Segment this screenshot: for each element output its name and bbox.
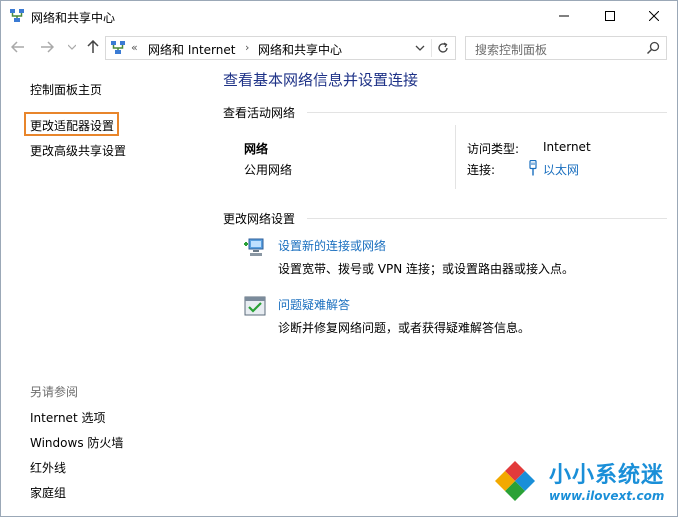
new-connection-icon	[244, 238, 264, 256]
up-arrow-icon	[87, 40, 99, 53]
troubleshoot-problems-description: 诊断并修复网络问题，或者获得疑难解答信息。	[278, 321, 531, 335]
ethernet-connection-link[interactable]: 以太网	[543, 161, 579, 178]
page-title: 查看基本网络信息并设置连接	[223, 71, 419, 89]
maximize-icon	[605, 11, 615, 21]
access-type-value: Internet	[543, 140, 591, 154]
change-advanced-sharing-link[interactable]: 更改高级共享设置	[30, 142, 126, 159]
troubleshoot-problems-link[interactable]: 问题疑难解答	[278, 296, 350, 313]
control-panel-home-link[interactable]: 控制面板主页	[30, 81, 102, 98]
address-bar[interactable]: « 网络和 Internet › 网络和共享中心	[105, 36, 456, 60]
up-button[interactable]	[85, 39, 101, 55]
minimize-icon	[559, 15, 569, 17]
search-placeholder: 搜索控制面板	[475, 43, 548, 57]
maximize-button[interactable]	[587, 1, 633, 31]
network-name: 网络	[244, 142, 269, 156]
recent-locations-button[interactable]	[64, 39, 80, 55]
watermark-url: www.ilovext.com	[549, 489, 665, 503]
network-icon	[10, 9, 24, 22]
forward-arrow-icon	[41, 41, 54, 53]
left-navigation-pane: 控制面板主页 更改适配器设置 更改高级共享设置 另请参阅 Internet 选项…	[1, 65, 209, 515]
site-watermark: 小小系统迷 www.ilovext.com	[489, 453, 675, 513]
vertical-divider	[455, 125, 456, 189]
ethernet-icon	[529, 160, 537, 176]
troubleshoot-icon	[244, 296, 266, 316]
address-dropdown-button[interactable]	[412, 40, 428, 56]
search-icon[interactable]	[646, 41, 660, 55]
minimize-button[interactable]	[541, 1, 587, 31]
section-divider	[307, 112, 667, 113]
access-type-label: 访问类型:	[467, 142, 520, 156]
watermark-site-name: 小小系统迷	[549, 463, 665, 488]
back-button[interactable]	[10, 39, 26, 55]
chevron-down-icon	[415, 45, 425, 51]
network-sharing-center-window: 网络和共享中心 « 网络和 Internet › 网络和共享中心 搜索控制面板 …	[0, 0, 678, 517]
navigation-bar: « 网络和 Internet › 网络和共享中心 搜索控制面板	[1, 34, 677, 62]
close-icon	[649, 11, 659, 21]
breadcrumb-sharing-center[interactable]: 网络和共享中心	[258, 41, 342, 58]
change-settings-heading: 更改网络设置	[223, 212, 296, 226]
breadcrumb-overflow[interactable]: «	[131, 41, 138, 54]
refresh-button[interactable]	[431, 39, 453, 57]
see-also-heading: 另请参阅	[30, 385, 79, 399]
setup-new-connection-description: 设置宽带、拨号或 VPN 连接；或设置路由器或接入点。	[278, 262, 575, 276]
close-button[interactable]	[631, 1, 677, 31]
main-content: 查看基本网络信息并设置连接 查看活动网络 网络 公用网络 访问类型: Inter…	[209, 65, 677, 515]
search-input[interactable]: 搜索控制面板	[465, 36, 667, 60]
refresh-icon	[437, 42, 448, 53]
back-arrow-icon	[11, 41, 24, 53]
section-divider	[307, 218, 667, 219]
homegroup-link[interactable]: 家庭组	[30, 484, 66, 501]
infrared-link[interactable]: 红外线	[30, 459, 66, 476]
title-bar: 网络和共享中心	[1, 1, 677, 31]
windows-firewall-link[interactable]: Windows 防火墙	[30, 434, 123, 451]
connections-label: 连接:	[467, 163, 496, 177]
window-title: 网络和共享中心	[31, 11, 116, 25]
control-panel-icon	[111, 41, 125, 54]
breadcrumb-network-internet[interactable]: 网络和 Internet	[148, 41, 235, 58]
chevron-down-icon	[68, 44, 76, 50]
network-category: 公用网络	[244, 163, 293, 177]
breadcrumb-separator-icon: ›	[245, 41, 250, 54]
watermark-logo-icon	[493, 459, 537, 503]
forward-button[interactable]	[39, 39, 55, 55]
change-adapter-settings-link[interactable]: 更改适配器设置	[30, 117, 114, 134]
internet-options-link[interactable]: Internet 选项	[30, 409, 105, 426]
setup-new-connection-link[interactable]: 设置新的连接或网络	[278, 237, 386, 254]
active-networks-heading: 查看活动网络	[223, 106, 296, 120]
